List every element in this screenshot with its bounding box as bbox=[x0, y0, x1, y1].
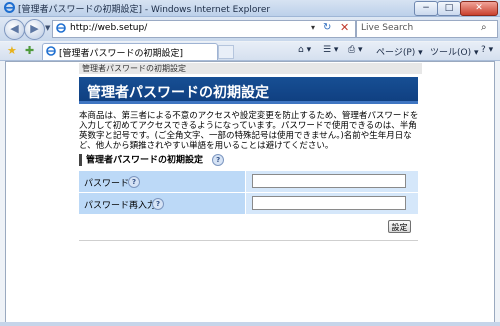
feeds-button[interactable]: ☰ ▾ bbox=[323, 45, 338, 55]
page-menu[interactable]: ページ(P) ▾ bbox=[376, 45, 423, 58]
description-text: 本商品は、第三者による不意のアクセスや設定変更を防止するため、管理者パスワードを… bbox=[79, 111, 419, 151]
password-confirm-input[interactable] bbox=[252, 196, 406, 210]
divider bbox=[79, 240, 418, 241]
new-tab-button[interactable] bbox=[218, 45, 234, 59]
status-bar bbox=[0, 322, 500, 326]
browser-window: [管理者パスワードの初期設定] - Windows Internet Explo… bbox=[0, 0, 500, 326]
page-title: 管理者パスワードの初期設定 bbox=[87, 85, 269, 101]
tab-label: [管理者パスワードの初期設定] bbox=[59, 49, 184, 59]
section-heading: 管理者パスワードの初期設定 ? bbox=[79, 154, 225, 166]
internet-explorer-icon bbox=[4, 2, 15, 13]
value-cell bbox=[246, 193, 418, 214]
tab-bar: ★ ✚ [管理者パスワードの初期設定] ⌂ ▾ ☰ ▾ ⎙ ▾ ページ(P) ▾… bbox=[0, 42, 500, 61]
favorites-star-icon[interactable]: ★ bbox=[7, 44, 17, 57]
history-dropdown-icon[interactable]: ▼ bbox=[45, 24, 50, 32]
help-icon[interactable]: ? bbox=[152, 198, 164, 210]
value-cell bbox=[246, 171, 418, 192]
search-placeholder: Live Search bbox=[361, 23, 414, 33]
page-header: 管理者パスワードの初期設定 bbox=[79, 77, 418, 104]
window-title: [管理者パスワードの初期設定] - Windows Internet Explo… bbox=[18, 5, 271, 15]
address-dropdown-icon[interactable]: ▾ bbox=[311, 23, 315, 32]
forward-button[interactable]: ▶ bbox=[24, 19, 45, 40]
password-form: パスワード ? パスワード再入力 ? bbox=[79, 171, 418, 215]
back-button[interactable]: ◀ bbox=[4, 19, 25, 40]
password-input[interactable] bbox=[252, 174, 406, 188]
password-confirm-label: パスワード再入力 bbox=[84, 201, 157, 211]
help-icon[interactable]: ? bbox=[212, 154, 225, 166]
section-title: 管理者パスワードの初期設定 bbox=[86, 155, 204, 166]
page-icon bbox=[46, 46, 56, 56]
help-menu[interactable]: ? ▾ bbox=[481, 45, 493, 55]
form-row-password: パスワード ? bbox=[79, 171, 418, 192]
stop-icon[interactable]: ✕ bbox=[340, 21, 349, 34]
header-accent bbox=[79, 101, 418, 104]
address-toolbar: ◀ ▶ ▼ http://web.setup/ ▾ ↻ ✕ Live Searc… bbox=[0, 17, 500, 41]
minimize-button[interactable]: − bbox=[414, 1, 438, 16]
label-cell: パスワード再入力 ? bbox=[79, 193, 245, 214]
close-button[interactable]: ✕ bbox=[460, 1, 498, 16]
page-icon bbox=[56, 23, 66, 33]
maximize-button[interactable]: □ bbox=[437, 1, 461, 16]
title-bar: [管理者パスワードの初期設定] - Windows Internet Explo… bbox=[0, 0, 500, 17]
home-button[interactable]: ⌂ ▾ bbox=[298, 45, 311, 55]
tools-menu[interactable]: ツール(O) ▾ bbox=[430, 45, 479, 58]
address-field[interactable]: http://web.setup/ ▾ ↻ ✕ bbox=[52, 20, 356, 38]
refresh-icon[interactable]: ↻ bbox=[323, 22, 331, 33]
address-url: http://web.setup/ bbox=[70, 23, 148, 33]
label-cell: パスワード ? bbox=[79, 171, 245, 192]
submit-button[interactable]: 設定 bbox=[388, 220, 411, 233]
add-favorites-icon[interactable]: ✚ bbox=[25, 44, 34, 57]
search-icon[interactable]: ⌕ bbox=[481, 22, 487, 33]
page-content: 管理者パスワードの初期設定 管理者パスワードの初期設定 本商品は、第三者による不… bbox=[5, 61, 495, 323]
search-input[interactable]: Live Search ⌕ bbox=[356, 20, 498, 38]
help-icon[interactable]: ? bbox=[128, 176, 140, 188]
form-row-password-confirm: パスワード再入力 ? bbox=[79, 193, 418, 214]
tab-current[interactable]: [管理者パスワードの初期設定] bbox=[42, 43, 218, 60]
breadcrumb: 管理者パスワードの初期設定 bbox=[79, 63, 422, 74]
print-button[interactable]: ⎙ ▾ bbox=[348, 45, 363, 55]
password-label: パスワード bbox=[84, 179, 130, 189]
